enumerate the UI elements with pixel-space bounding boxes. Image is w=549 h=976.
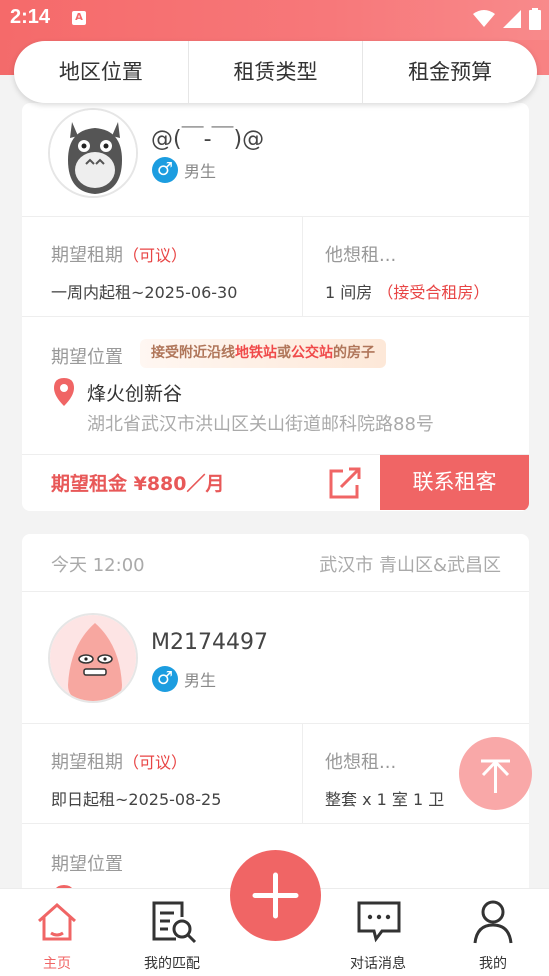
filter-tab-rental-type[interactable]: 租赁类型 xyxy=(189,41,363,103)
wants-value: 1 间房 （接受合租房） xyxy=(325,279,529,303)
tab-label: 我的 xyxy=(479,956,507,972)
status-time: 2:14 xyxy=(10,6,51,28)
expected-location: 期望位置 接受附近沿线地铁站或公交站的房子 烽火创新谷 湖北省武汉市洪山区关山街… xyxy=(22,317,529,455)
tenant-profile: M2174497 ♂ 男生 xyxy=(22,592,529,724)
wifi-icon xyxy=(473,10,495,27)
tab-profile[interactable]: 我的 xyxy=(438,889,548,976)
add-button[interactable] xyxy=(230,850,321,941)
status-bar: 2:14 A xyxy=(0,0,549,40)
period-label: 期望租期（可议） xyxy=(51,241,302,267)
filter-tab-budget[interactable]: 租金预算 xyxy=(363,41,537,103)
share-icon[interactable] xyxy=(327,465,363,501)
rental-period: 期望租期（可议） 一周内起租~2025-06-30 xyxy=(22,217,302,316)
period-label-text: 期望租期 xyxy=(51,752,123,773)
period-label-text: 期望租期 xyxy=(51,245,123,266)
tab-label: 我的匹配 xyxy=(144,956,200,972)
post-time: 今天 12:00 xyxy=(51,555,145,576)
period-label: 期望租期（可议） xyxy=(51,748,302,774)
listing-area: 武汉市 青山区&武昌区 xyxy=(319,555,501,576)
period-value: 一周内起租~2025-06-30 xyxy=(51,283,238,302)
wants-value-text: 1 间房 xyxy=(325,283,373,302)
home-icon xyxy=(38,902,76,941)
wants-label: 他想租... xyxy=(325,245,397,266)
location-label: 期望位置 xyxy=(51,347,123,368)
filter-tab-region[interactable]: 地区位置 xyxy=(14,41,188,103)
tab-label: 对话消息 xyxy=(350,956,406,972)
tab-my-matches[interactable]: 我的匹配 xyxy=(117,889,227,976)
plus-icon xyxy=(252,872,299,919)
period-value: 即日起租~2025-08-25 xyxy=(51,790,222,809)
avatar[interactable] xyxy=(48,108,138,198)
gender-label: 男生 xyxy=(184,671,217,690)
user-icon xyxy=(473,900,513,944)
expected-rent: 期望租金 ¥880／月 xyxy=(51,473,225,495)
tab-messages[interactable]: 对话消息 xyxy=(323,889,433,976)
gender-badge: ♂ 男生 xyxy=(152,157,216,183)
tab-label: 主页 xyxy=(43,956,71,972)
badge-text: 接受附近沿线 xyxy=(151,345,235,361)
location-name: 烽火创新谷 xyxy=(87,383,183,405)
scroll-to-top-button[interactable] xyxy=(459,737,532,810)
rental-details: 期望租期（可议） 一周内起租~2025-06-30 他想租... 1 间房 （接… xyxy=(22,217,529,317)
signal-icon xyxy=(503,10,521,28)
tab-home[interactable]: 主页 xyxy=(2,889,112,976)
location-label: 期望位置 xyxy=(51,854,123,875)
shared-tag: （接受合租房） xyxy=(377,283,490,302)
location-address: 湖北省武汉市洪山区关山街道邮科院路88号 xyxy=(87,414,434,435)
negotiable-tag: （可议） xyxy=(123,753,188,772)
arrow-up-icon xyxy=(481,759,510,793)
search-document-icon xyxy=(152,901,197,944)
filter-bar: 地区位置 租赁类型 租金预算 xyxy=(14,41,537,103)
gender-badge: ♂ 男生 xyxy=(152,666,216,692)
listing-card[interactable]: @(￣-￣)@ ♂ 男生 期望租期（可议） 一周内起租~2025-06-30 他… xyxy=(22,103,529,511)
gender-label: 男生 xyxy=(184,162,217,181)
badge-text: 的房子 xyxy=(333,345,375,361)
listing-header: 今天 12:00 武汉市 青山区&武昌区 xyxy=(22,534,529,592)
nearby-transit-badge: 接受附近沿线地铁站或公交站的房子 xyxy=(140,339,386,368)
app-indicator-icon: A xyxy=(72,11,86,25)
battery-icon xyxy=(529,8,541,30)
avatar[interactable] xyxy=(48,613,138,703)
location-pin-icon xyxy=(54,378,74,406)
male-icon: ♂ xyxy=(152,157,178,183)
rental-details: 期望租期（可议） 即日起租~2025-08-25 他想租... 整套 x 1 室… xyxy=(22,724,529,824)
contact-tenant-button[interactable]: 联系租客 xyxy=(380,455,529,510)
badge-highlight-bus: 公交站 xyxy=(291,345,333,361)
badge-highlight-metro: 地铁站 xyxy=(235,345,277,361)
price-row: 期望租金 ¥880／月 联系租客 xyxy=(22,455,529,510)
negotiable-tag: （可议） xyxy=(123,246,188,265)
male-icon: ♂ xyxy=(152,666,178,692)
wants-to-rent: 他想租... 1 间房 （接受合租房） xyxy=(302,217,529,316)
chat-icon xyxy=(357,901,401,943)
rental-period: 期望租期（可议） 即日起租~2025-08-25 xyxy=(22,724,302,823)
tenant-username: M2174497 xyxy=(151,630,268,655)
tenant-username: @(￣-￣)@ xyxy=(151,127,265,152)
tenant-profile: @(￣-￣)@ ♂ 男生 xyxy=(22,103,529,217)
badge-text: 或 xyxy=(277,345,291,361)
